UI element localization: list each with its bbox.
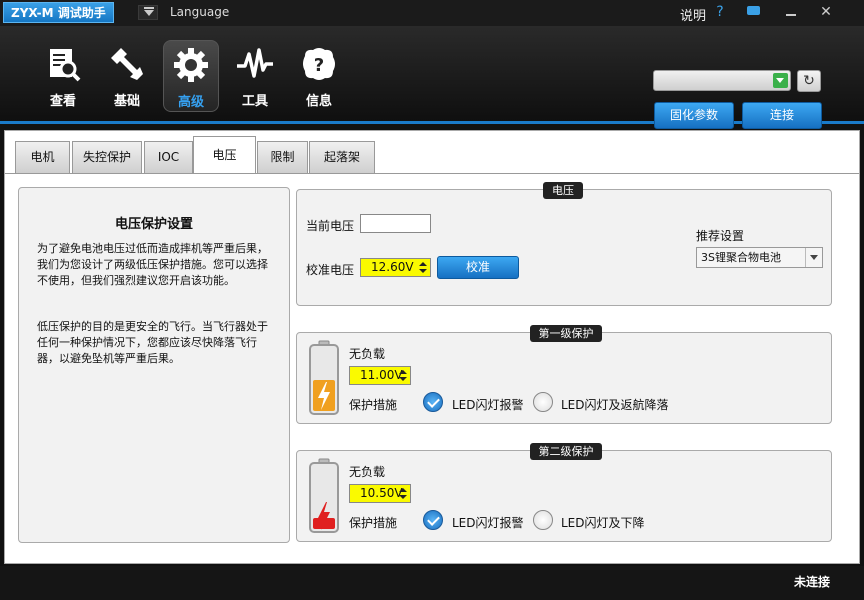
measure-label: 保护措施 — [349, 398, 398, 412]
level2-option-descend-radio[interactable] — [533, 510, 553, 530]
nav-tools-button[interactable]: 工具 — [227, 40, 283, 112]
noload-label: 无负载 — [349, 465, 386, 479]
refresh-button[interactable]: ↻ — [797, 70, 821, 92]
tab-ioc[interactable]: IOC — [144, 141, 193, 173]
feedback-icon[interactable] — [744, 3, 762, 21]
port-select[interactable] — [653, 70, 791, 91]
app-title: ZYX-M 调试助手 — [3, 2, 114, 23]
battery-critical-icon — [309, 458, 339, 533]
calibrate-voltage-label: 校准电压 — [306, 263, 355, 277]
level1-option-rth-label[interactable]: LED闪灯及返航降落 — [561, 396, 669, 413]
info-icon: ? — [303, 48, 335, 80]
help-link[interactable]: 说明 — [680, 5, 706, 24]
language-menu[interactable]: Language — [170, 5, 229, 19]
battery-low-icon — [309, 340, 339, 415]
level2-voltage-stepper[interactable]: 10.50V — [349, 484, 411, 503]
calibrate-voltage-stepper[interactable]: 12.60V — [360, 258, 431, 277]
tab-divider — [5, 173, 859, 174]
status-bar: 未连接 — [0, 566, 864, 600]
svg-text:?: ? — [314, 55, 324, 76]
level2-protection-group: 第二级保护 无负载 10.50V 保护措施 LED闪灯报警 LED闪灯及下降 — [296, 443, 832, 542]
nav-info-button[interactable]: ? 信息 — [291, 40, 347, 112]
stepper-arrows-icon[interactable] — [399, 488, 407, 500]
level1-voltage-value: 11.00V — [360, 368, 403, 382]
toolbar: 查看 基础 高级 工具 ? 信息 ↻ 固化参数 连接 — [0, 26, 864, 129]
calibrate-button[interactable]: 校准 — [437, 256, 519, 279]
battery-type-select[interactable]: 3S锂聚合物电池 — [696, 247, 823, 268]
minimize-icon[interactable] — [782, 3, 800, 21]
connection-status: 未连接 — [793, 575, 830, 589]
tab-motor[interactable]: 电机 — [15, 141, 70, 173]
nav-advanced-button[interactable]: 高级 — [163, 40, 219, 112]
dropdown-arrow-icon[interactable] — [773, 73, 788, 88]
recommend-label: 推荐设置 — [696, 229, 745, 243]
nav-basic-button[interactable]: 基础 — [99, 40, 155, 112]
tab-limit[interactable]: 限制 — [257, 141, 308, 173]
level1-voltage-stepper[interactable]: 11.00V — [349, 366, 411, 385]
level1-option-rth-radio[interactable] — [533, 392, 553, 412]
current-voltage-label: 当前电压 — [306, 219, 355, 233]
nav-info-label: 信息 — [305, 94, 332, 109]
info-title: 电压保护设置 — [114, 217, 193, 232]
nav-view-label: 查看 — [49, 94, 76, 109]
info-panel: 电压保护设置 为了避免电池电压过低而造成摔机等严重后果，我们为您设计了两级低压保… — [18, 187, 290, 543]
level1-option-led-alarm-label[interactable]: LED闪灯报警 — [452, 396, 524, 413]
nav-view-button[interactable]: 查看 — [35, 40, 91, 112]
voltage-group-title: 电压 — [543, 182, 583, 199]
info-paragraph: 低压保护的目的是更安全的飞行。当飞行器处于任何一种保护情况下，您都应该尽快降落飞… — [37, 320, 268, 365]
tab-landing-gear[interactable]: 起落架 — [309, 141, 375, 173]
calibrate-voltage-value: 12.60V — [371, 260, 414, 274]
save-params-button[interactable]: 固化参数 — [654, 102, 734, 129]
title-bar: ZYX-M 调试助手 Language 说明 ? ✕ — [0, 0, 864, 26]
wrench-icon — [111, 48, 143, 80]
close-icon[interactable]: ✕ — [817, 3, 835, 21]
gear-icon — [174, 48, 208, 82]
pulse-icon — [237, 48, 273, 78]
view-icon — [50, 49, 81, 82]
level2-option-led-alarm-label[interactable]: LED闪灯报警 — [452, 514, 524, 531]
help-icon[interactable]: ? — [711, 3, 729, 21]
refresh-icon: ↻ — [803, 73, 815, 89]
nav-tools-label: 工具 — [241, 94, 268, 109]
level1-protection-group: 第一级保护 无负载 11.00V 保护措施 LED闪灯报警 LED闪灯及返航降落 — [296, 325, 832, 424]
noload-label: 无负载 — [349, 347, 386, 361]
battery-type-value: 3S锂聚合物电池 — [701, 251, 781, 264]
level2-option-descend-label[interactable]: LED闪灯及下降 — [561, 514, 645, 531]
stepper-arrows-icon[interactable] — [419, 262, 427, 274]
nav-advanced-label: 高级 — [177, 95, 204, 110]
voltage-group: 电压 当前电压 校准电压 12.60V 校准 推荐设置 3S锂聚合物电池 — [296, 182, 832, 306]
tab-failsafe[interactable]: 失控保护 — [72, 141, 142, 173]
level2-title: 第二级保护 — [530, 443, 602, 460]
measure-label: 保护措施 — [349, 516, 398, 530]
nav-basic-label: 基础 — [113, 94, 140, 109]
current-voltage-field[interactable] — [360, 214, 431, 233]
level2-option-led-alarm-radio[interactable] — [423, 510, 443, 530]
connect-button[interactable]: 连接 — [742, 102, 822, 129]
level1-title: 第一级保护 — [530, 325, 602, 342]
chevron-down-icon[interactable] — [805, 248, 822, 267]
info-paragraph: 为了避免电池电压过低而造成摔机等严重后果，我们为您设计了两级低压保护措施。您可以… — [37, 242, 268, 287]
level1-option-led-alarm-radio[interactable] — [423, 392, 443, 412]
main-panel: 电机 失控保护 IOC 电压 限制 起落架 电压保护设置 为了避免电池电压过低而… — [4, 130, 860, 564]
tab-voltage[interactable]: 电压 — [193, 136, 256, 173]
level2-voltage-value: 10.50V — [360, 486, 403, 500]
stepper-arrows-icon[interactable] — [399, 370, 407, 382]
language-dropdown-icon[interactable] — [138, 5, 158, 20]
